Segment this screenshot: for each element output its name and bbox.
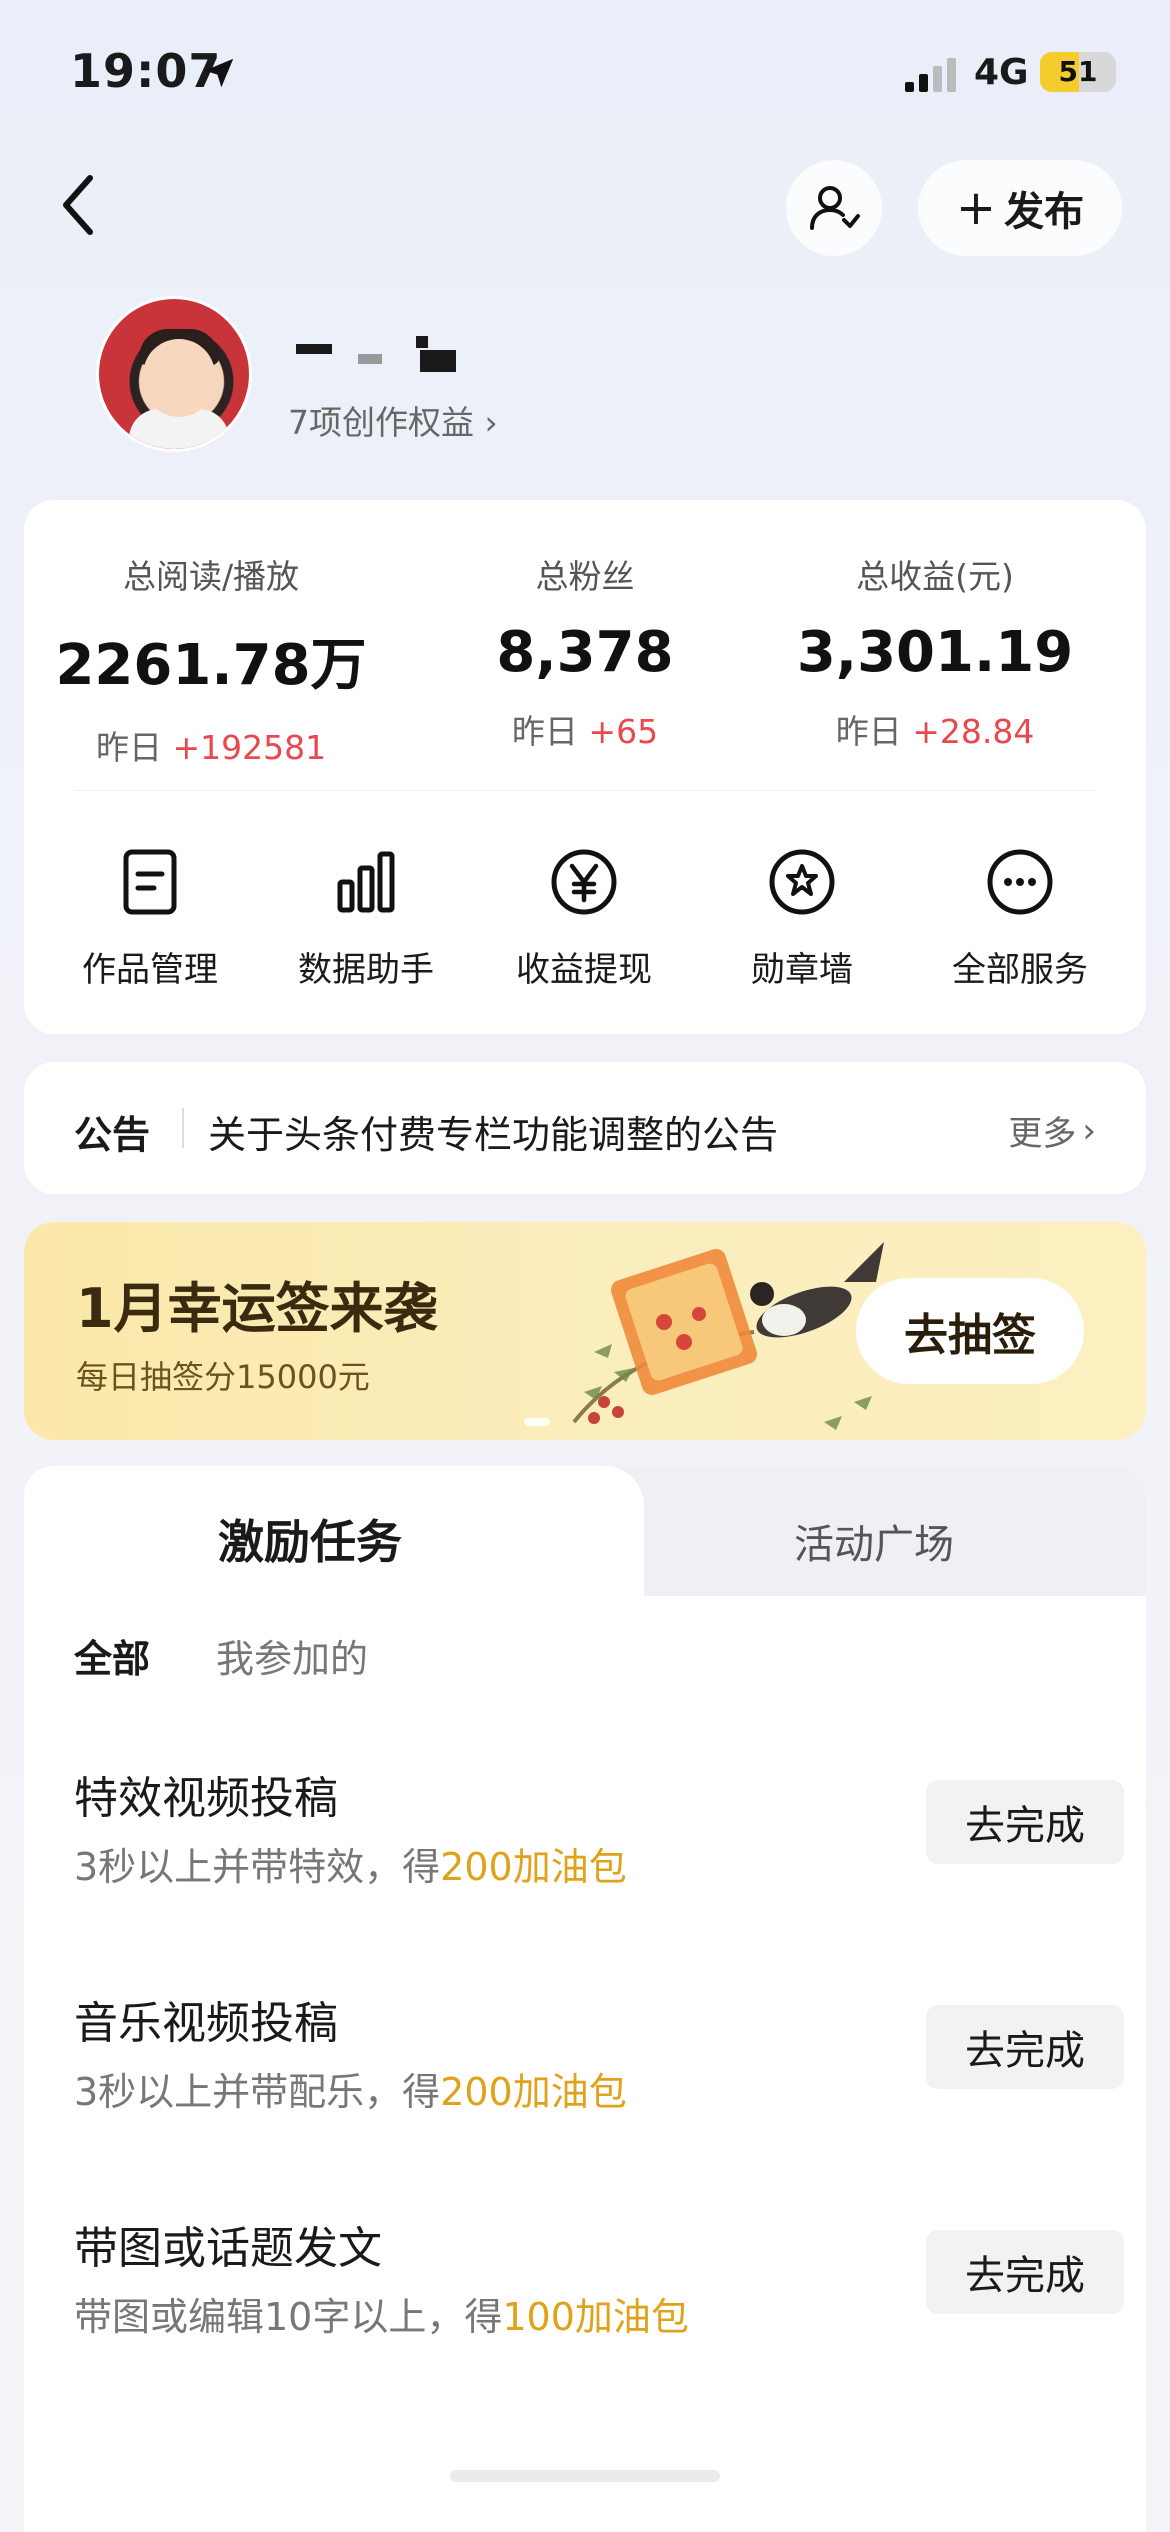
status-time: 19:07 (70, 44, 222, 98)
stat-label: 总阅读/播放 (122, 557, 300, 596)
stat-delta: 昨日 +192581 (95, 728, 327, 767)
yen-icon (551, 849, 617, 915)
divider (182, 1108, 184, 1148)
task-reward: 100加油包 (502, 2295, 689, 2339)
tab-incentive-tasks[interactable]: 激励任务 (24, 1506, 596, 1572)
bar-chart-icon (337, 851, 395, 913)
carousel-indicator (524, 1418, 550, 1426)
badge-icon (769, 849, 835, 915)
service-label: 收益提现 (516, 950, 652, 990)
chevron-right-icon: › (1082, 1110, 1096, 1151)
location-arrow-icon (204, 58, 234, 88)
lottery-banner[interactable]: 1月幸运签来袭 每日抽签分15000元 去抽签 (24, 1222, 1146, 1440)
stat-label: 总收益(元) (856, 557, 1014, 596)
user-follow-icon (810, 186, 860, 230)
task-item: 音乐视频投稿 3秒以上并带配乐，得200加油包 去完成 (74, 1987, 1124, 2137)
announcement-tag: 公告 (74, 1113, 151, 1157)
service-label: 勋章墙 (751, 950, 853, 990)
task-item: 带图或话题发文 带图或编辑10字以上，得100加油包 去完成 (74, 2212, 1124, 2362)
publish-label: 发布 (1004, 189, 1085, 235)
task-description: 带图或编辑10字以上，得100加油包 (74, 2295, 689, 2339)
cellular-signal-icon (905, 58, 956, 92)
follow-button[interactable] (786, 160, 882, 256)
task-description: 3秒以上并带配乐，得200加油包 (74, 2070, 627, 2114)
more-icon (987, 849, 1053, 915)
benefits-label: 7项创作权益 (288, 403, 474, 442)
complete-task-button[interactable]: 去完成 (926, 2230, 1124, 2314)
announcement-text[interactable]: 关于头条付费专栏功能调整的公告 (208, 1104, 778, 1159)
tab-activity-square[interactable]: 活动广场 (624, 1512, 1124, 1570)
username-redacted (296, 330, 476, 380)
service-data-assistant[interactable]: 数据助手 (256, 842, 476, 991)
document-icon (123, 849, 177, 915)
service-badge-wall[interactable]: 勋章墙 (692, 842, 912, 991)
announcement-bar[interactable]: 公告 关于头条付费专栏功能调整的公告 更多 › (24, 1062, 1146, 1194)
service-label: 数据助手 (298, 950, 434, 990)
chevron-left-icon (63, 175, 93, 235)
complete-task-button[interactable]: 去完成 (926, 2005, 1124, 2089)
back-button[interactable] (50, 170, 110, 240)
stat-value: 8,378 (496, 620, 674, 685)
service-label: 作品管理 (82, 950, 218, 990)
creator-benefits-link[interactable]: 7项创作权益 › (288, 396, 498, 444)
task-title: 音乐视频投稿 (74, 1998, 338, 2049)
stat-delta: 昨日 +28.84 (835, 712, 1035, 751)
home-indicator[interactable] (450, 2470, 720, 2482)
service-works-management[interactable]: 作品管理 (40, 842, 260, 991)
plus-icon: + (955, 180, 997, 236)
draw-lottery-button[interactable]: 去抽签 (856, 1278, 1084, 1384)
stat-total-earnings[interactable]: 总收益(元) 3,301.19 昨日 +28.84 (748, 550, 1122, 753)
more-link[interactable]: 更多 › (1008, 1106, 1096, 1155)
banner-title: 1月幸运签来袭 (76, 1277, 438, 1340)
stats-card: 总阅读/播放 2261.78万 昨日 +192581 总粉丝 8,378 昨日 … (24, 500, 1146, 1034)
battery-level: 51 (1058, 55, 1098, 88)
task-item: 特效视频投稿 3秒以上并带特效，得200加油包 去完成 (74, 1762, 1124, 1912)
battery-indicator: 51 (1040, 52, 1116, 92)
task-title: 带图或话题发文 (74, 2223, 382, 2274)
more-label: 更多 (1008, 1114, 1077, 1154)
stat-value: 3,301.19 (796, 620, 1074, 685)
task-title: 特效视频投稿 (74, 1773, 338, 1824)
stat-total-reads[interactable]: 总阅读/播放 2261.78万 昨日 +192581 (24, 550, 398, 769)
service-all[interactable]: 全部服务 (910, 842, 1130, 991)
tasks-panel: 激励任务 活动广场 全部 我参加的 特效视频投稿 3秒以上并带特效，得200加油… (24, 1466, 1146, 2532)
service-label: 全部服务 (952, 950, 1088, 990)
stat-label: 总粉丝 (535, 557, 635, 596)
publish-button[interactable]: + 发布 (918, 160, 1122, 256)
status-bar: 19:07 4G 51 (0, 0, 1170, 150)
task-reward: 200加油包 (440, 1845, 627, 1889)
task-reward: 200加油包 (440, 2070, 627, 2114)
banner-subtitle: 每日抽签分15000元 (76, 1358, 370, 1396)
stat-delta: 昨日 +65 (511, 712, 659, 751)
avatar[interactable] (96, 296, 252, 452)
chevron-right-icon: › (484, 403, 498, 442)
filter-all[interactable]: 全部 (74, 1628, 150, 1683)
service-withdraw[interactable]: 收益提现 (474, 842, 694, 991)
network-type: 4G (974, 52, 1029, 93)
divider (74, 790, 1096, 791)
filter-joined[interactable]: 我参加的 (216, 1628, 368, 1683)
stat-value: 2261.78万 (55, 633, 367, 698)
complete-task-button[interactable]: 去完成 (926, 1780, 1124, 1864)
task-description: 3秒以上并带特效，得200加油包 (74, 1845, 627, 1889)
stat-total-fans[interactable]: 总粉丝 8,378 昨日 +65 (398, 550, 772, 753)
